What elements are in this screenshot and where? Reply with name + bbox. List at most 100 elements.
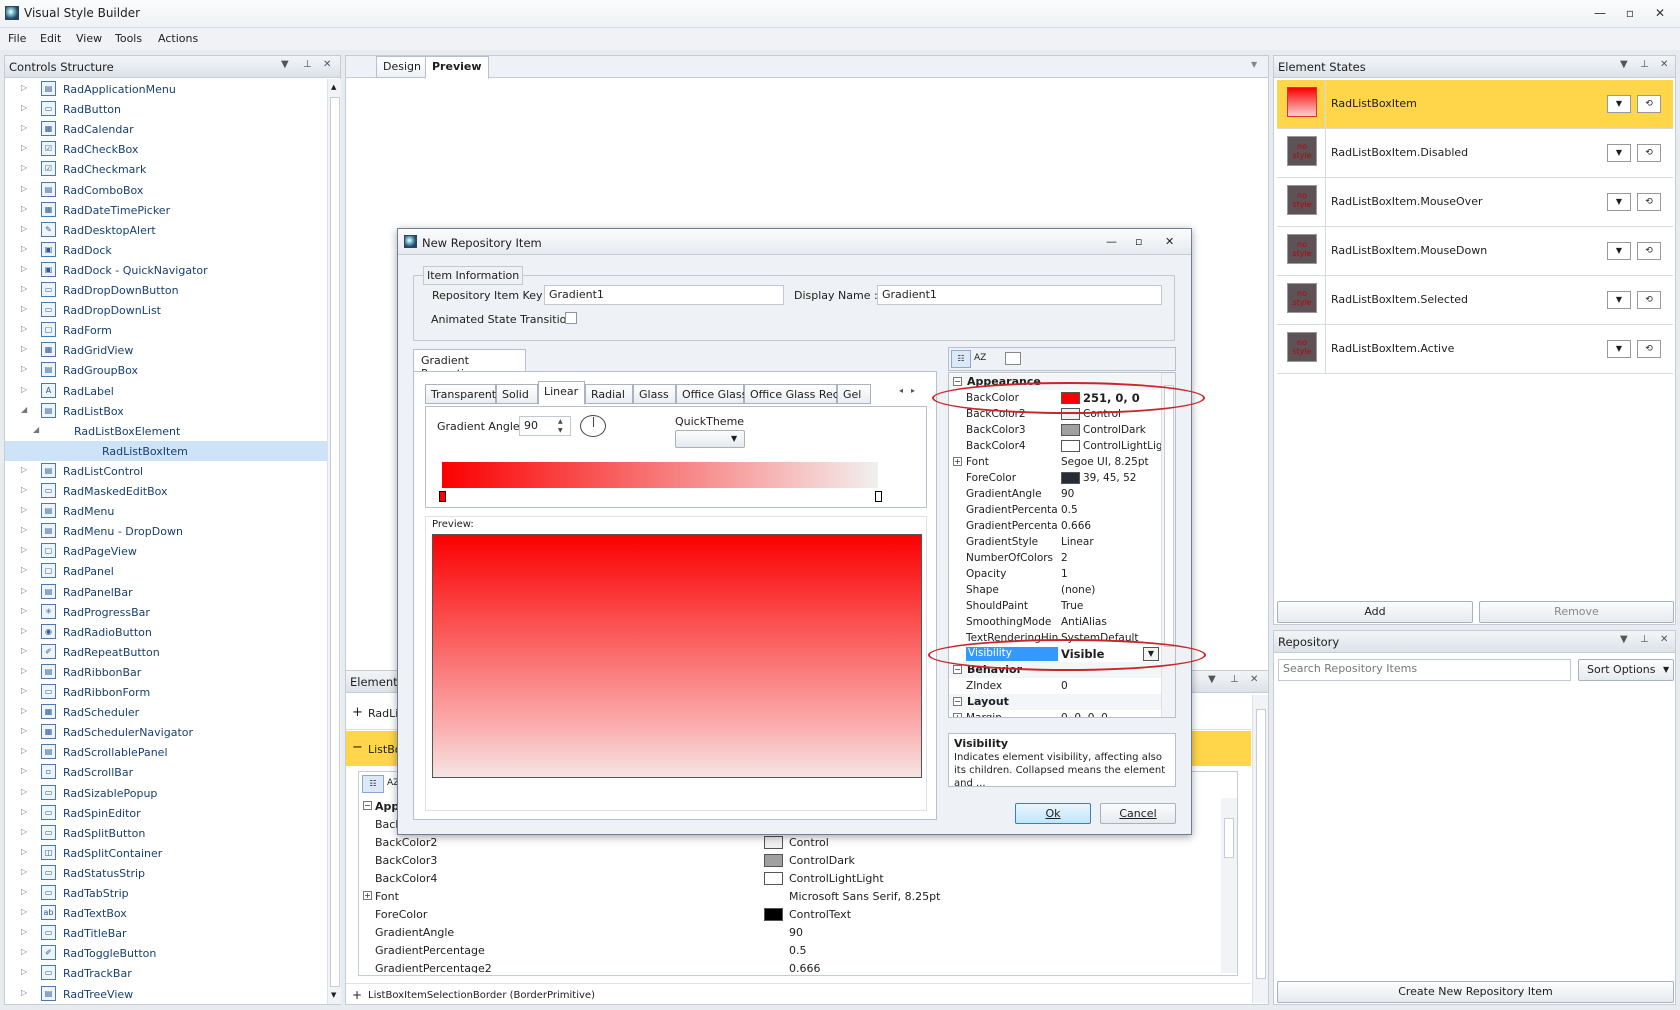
state-row[interactable]: no style RadListBoxItem.MouseDown ▼ ⟲: [1277, 227, 1673, 276]
expand-icon[interactable]: +: [363, 891, 372, 900]
expand-arrow-icon[interactable]: ▷: [21, 224, 27, 233]
states-dropdown-icon[interactable]: ▼: [1620, 59, 1628, 70]
menu-edit[interactable]: Edit: [40, 32, 61, 45]
tab-gradient-properties[interactable]: Gradient Properties: [413, 349, 526, 380]
expand-icon[interactable]: +: [953, 457, 962, 466]
tree-item[interactable]: ◢ RadListBoxElement: [5, 421, 327, 441]
repository-key-input[interactable]: Gradient1: [544, 285, 784, 305]
tree-item[interactable]: ▷ ▣ RadDock - QuickNavigator: [5, 260, 327, 280]
color-swatch[interactable]: [764, 836, 783, 849]
angle-dial-icon[interactable]: [580, 415, 606, 437]
elements-scroll-thumb[interactable]: [1256, 709, 1266, 979]
expand-arrow-icon[interactable]: ▷: [21, 887, 27, 896]
elements-row-3[interactable]: + ListBoxItemSelectionBorder (BorderPrim…: [346, 983, 1251, 1005]
panel-dropdown-icon[interactable]: ▼: [281, 59, 289, 70]
maximize-icon[interactable]: ▫: [1621, 6, 1639, 20]
tree-item[interactable]: ▷ ab RadTextBox: [5, 903, 327, 923]
tree-item[interactable]: ▷ ▭ RadSplitButton: [5, 823, 327, 843]
tree-item[interactable]: ▷ ▭ RadTabStrip: [5, 883, 327, 903]
categorized-icon[interactable]: ☷: [951, 350, 971, 368]
tree-item[interactable]: ▷ ☑ RadCheckmark: [5, 159, 327, 179]
property-value[interactable]: Linear: [1061, 536, 1171, 548]
tree-item[interactable]: ▷ ✐ RadRepeatButton: [5, 642, 327, 662]
gradient-angle-input[interactable]: 90: [519, 416, 571, 436]
expand-arrow-icon[interactable]: ▷: [21, 766, 27, 775]
property-value[interactable]: (none): [1061, 584, 1171, 596]
color-swatch[interactable]: [1061, 440, 1080, 452]
state-reset-button[interactable]: ⟲: [1637, 193, 1661, 211]
property-value[interactable]: 0.5: [789, 944, 807, 957]
property-row[interactable]: BackColor4 ControlLightLight: [359, 870, 1219, 888]
tree-item[interactable]: ▷ ◫ RadSplitContainer: [5, 843, 327, 863]
expand-icon[interactable]: +: [352, 988, 362, 1002]
tree-item[interactable]: ▷ ▦ RadSchedulerNavigator: [5, 722, 327, 742]
property-value[interactable]: 0, 0, 0, 0: [1061, 712, 1171, 717]
alphabetical-icon[interactable]: AZ: [974, 353, 986, 363]
color-swatch[interactable]: [1061, 472, 1080, 484]
add-state-button[interactable]: Add: [1277, 601, 1473, 623]
tree-scrollbar[interactable]: ▲ ▼: [327, 79, 341, 1004]
collapse-icon[interactable]: −: [953, 697, 962, 706]
expand-arrow-icon[interactable]: ▷: [21, 143, 27, 152]
property-value[interactable]: 0.666: [789, 962, 821, 973]
tree-item[interactable]: ▷ ▭ RadStatusStrip: [5, 863, 327, 883]
property-value[interactable]: Microsoft Sans Serif, 8.25pt: [789, 890, 940, 903]
repository-close-icon[interactable]: ✕: [1660, 634, 1668, 645]
tab-office-glass-rect[interactable]: Office Glass Rect: [744, 384, 843, 404]
expand-arrow-icon[interactable]: ▷: [21, 746, 27, 755]
tree-item[interactable]: ▷ ☑ RadCheckBox: [5, 139, 327, 159]
minimize-icon[interactable]: —: [1591, 6, 1609, 20]
ok-button[interactable]: Ok: [1015, 803, 1091, 824]
expand-arrow-icon[interactable]: ▷: [21, 485, 27, 494]
tab-design[interactable]: Design: [376, 56, 428, 78]
tab-solid[interactable]: Solid: [496, 384, 538, 404]
tree-item[interactable]: ▷ ▭ RadTrackBar: [5, 963, 327, 983]
expand-arrow-icon[interactable]: ▷: [21, 686, 27, 695]
expand-arrow-icon[interactable]: ▷: [21, 264, 27, 273]
tree-scroll-thumb[interactable]: [330, 97, 340, 987]
sort-options-button[interactable]: Sort Options ▼: [1578, 659, 1674, 681]
expand-arrow-icon[interactable]: ▷: [21, 586, 27, 595]
tree-item[interactable]: RadListBoxItem: [5, 440, 327, 461]
color-swatch[interactable]: [764, 908, 783, 921]
collapse-icon[interactable]: −: [363, 801, 372, 810]
quicktheme-dropdown[interactable]: ▼: [675, 430, 745, 448]
menu-tools[interactable]: Tools: [115, 32, 142, 45]
scroll-down-icon[interactable]: ▼: [331, 991, 336, 999]
dialog-close-icon[interactable]: ✕: [1165, 235, 1174, 248]
tree-item[interactable]: ▷ ▦ RadScheduler: [5, 702, 327, 722]
property-row[interactable]: NumberOfColors 2: [949, 550, 1175, 566]
props-scrollbar[interactable]: [1221, 798, 1237, 973]
tab-radial[interactable]: Radial: [585, 384, 633, 404]
menu-file[interactable]: File: [8, 32, 26, 45]
property-value[interactable]: 1: [1061, 568, 1171, 580]
tab-glass[interactable]: Glass: [633, 384, 676, 404]
color-swatch[interactable]: [764, 872, 783, 885]
property-value[interactable]: True: [1061, 600, 1171, 612]
state-row[interactable]: no style RadListBoxItem.Selected ▼ ⟲: [1277, 276, 1673, 325]
tree-item[interactable]: ▷ ▭ RadSpinEditor: [5, 803, 327, 823]
expand-arrow-icon[interactable]: ▷: [21, 465, 27, 474]
tree-item[interactable]: ▷ ✳ RadProgressBar: [5, 602, 327, 622]
tree-item[interactable]: ▷ ▢ RadPanel: [5, 561, 327, 581]
property-row[interactable]: GradientPercentage2 0.666: [359, 960, 1219, 973]
property-row[interactable]: Shape (none): [949, 582, 1175, 598]
property-value[interactable]: Control: [789, 836, 829, 849]
expand-arrow-icon[interactable]: ▷: [21, 988, 27, 997]
tree-item[interactable]: ▷ ▭ RadTitleBar: [5, 923, 327, 943]
tree-item[interactable]: ▷ ▤ RadPanelBar: [5, 582, 327, 602]
expand-arrow-icon[interactable]: ▷: [21, 525, 27, 534]
property-value[interactable]: 2: [1061, 552, 1171, 564]
expand-arrow-icon[interactable]: ▷: [21, 163, 27, 172]
tree-item[interactable]: ▷ ✐ RadToggleButton: [5, 943, 327, 963]
dialog-minimize-icon[interactable]: —: [1106, 235, 1117, 248]
property-value[interactable]: ControlText: [789, 908, 851, 921]
tree-item[interactable]: ▷ ▭ RadButton: [5, 99, 327, 119]
expand-arrow-icon[interactable]: ▷: [21, 907, 27, 916]
tab-office-glass[interactable]: Office Glass: [676, 384, 747, 404]
expand-arrow-icon[interactable]: ◢: [21, 405, 27, 414]
color-swatch[interactable]: [764, 854, 783, 867]
state-row[interactable]: no style RadListBoxItem.Active ▼ ⟲: [1277, 325, 1673, 374]
expand-arrow-icon[interactable]: ▷: [21, 706, 27, 715]
tree-item[interactable]: ◢ ▤ RadListBox: [5, 401, 327, 421]
